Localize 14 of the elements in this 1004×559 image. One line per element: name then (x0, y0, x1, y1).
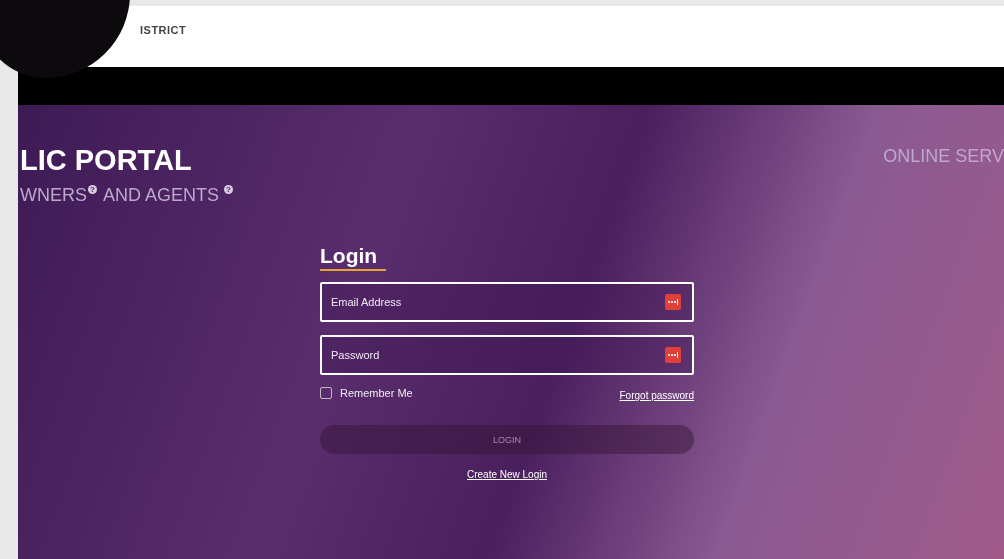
portal-title: LIC PORTAL (20, 143, 193, 177)
help-icon[interactable]: ? (88, 185, 97, 194)
password-manager-icon[interactable] (665, 347, 681, 363)
subtitle-text: WNERS (20, 185, 87, 206)
remember-me-label: Remember Me (340, 386, 413, 399)
checkbox[interactable] (320, 386, 332, 399)
password-manager-icon[interactable] (665, 294, 681, 310)
forgot-password-link[interactable]: Forgot password (619, 390, 694, 401)
subtitle-text: AND AGENTS (103, 185, 220, 206)
login-title: Login (320, 244, 386, 271)
help-icon[interactable]: ? (224, 185, 234, 194)
online-services-heading: ONLINE SERV (883, 145, 1004, 168)
create-login-link[interactable]: Create New Login (466, 469, 547, 480)
site-name: ISTRICT (140, 23, 187, 36)
